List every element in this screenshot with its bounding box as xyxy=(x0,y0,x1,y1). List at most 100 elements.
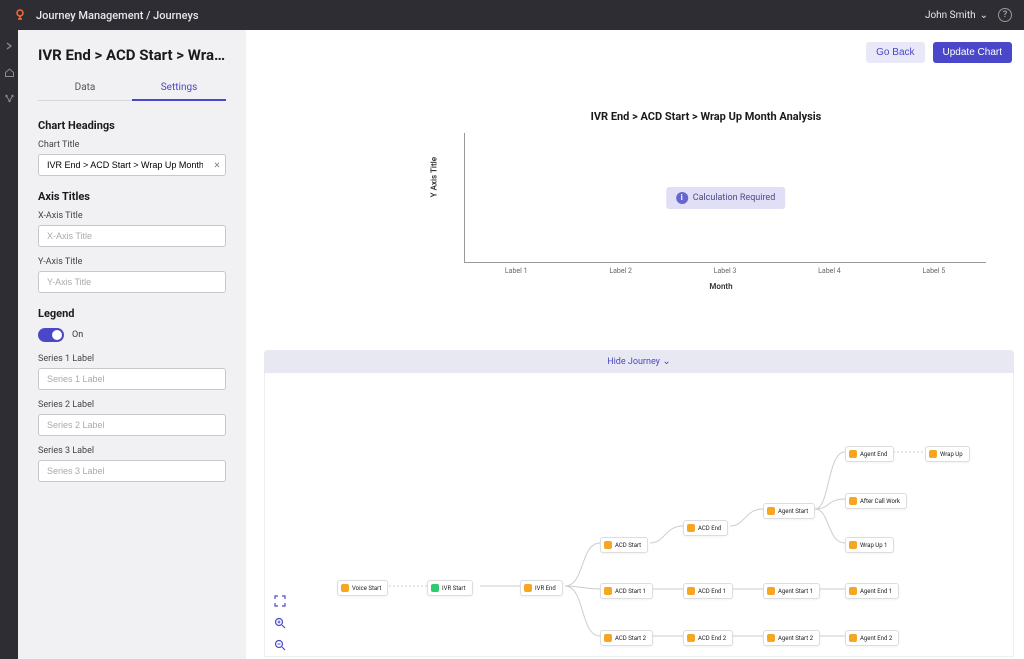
journey-canvas[interactable]: Voice Start IVR Start IVR End ACD Start … xyxy=(264,373,1014,657)
tab-settings[interactable]: Settings xyxy=(132,76,226,101)
zoom-out-icon[interactable] xyxy=(273,638,287,652)
node-dot-icon xyxy=(767,507,775,515)
node-dot-icon xyxy=(849,634,857,642)
node-agent-end1[interactable]: Agent End 1 xyxy=(845,583,899,599)
node-dot-icon xyxy=(604,541,612,549)
node-agent-start2[interactable]: Agent Start 2 xyxy=(763,630,820,646)
node-dot-icon xyxy=(849,587,857,595)
node-dot-icon xyxy=(687,634,695,642)
node-ivr-start[interactable]: IVR Start xyxy=(427,580,473,596)
canvas-controls xyxy=(273,594,287,652)
node-after-call[interactable]: After Call Work xyxy=(845,493,907,509)
go-back-button[interactable]: Go Back xyxy=(866,42,924,63)
section-axis-titles: Axis Titles xyxy=(38,190,226,203)
top-header: Journey Management / Journeys John Smith… xyxy=(0,0,1024,30)
node-label: After Call Work xyxy=(860,498,900,505)
node-dot-icon xyxy=(849,541,857,549)
x-axis-input[interactable] xyxy=(38,225,226,247)
node-label: Agent Start xyxy=(778,508,808,515)
node-label: ACD Start 2 xyxy=(615,635,646,642)
series2-label: Series 2 Label xyxy=(38,400,226,410)
nav-toggle-icon[interactable] xyxy=(3,40,15,52)
node-label: Agent End xyxy=(860,451,887,458)
node-dot-icon xyxy=(687,524,695,532)
update-chart-button[interactable]: Update Chart xyxy=(933,42,1012,63)
node-agent-start1[interactable]: Agent Start 1 xyxy=(763,583,820,599)
clear-icon[interactable]: × xyxy=(214,160,220,171)
calculation-required-badge: Calculation Required xyxy=(666,187,786,209)
series3-input[interactable] xyxy=(38,460,226,482)
x-axis-title: Month xyxy=(456,282,986,291)
node-dot-icon xyxy=(767,587,775,595)
chart-title-wrapper: × xyxy=(38,154,226,176)
chart-area: IVR End > ACD Start > Wrap Up Month Anal… xyxy=(426,110,986,293)
node-acd-end1[interactable]: ACD End 1 xyxy=(683,583,733,599)
series3-wrapper xyxy=(38,460,226,482)
node-label: IVR End xyxy=(535,585,556,592)
chevron-down-icon: ⌄ xyxy=(980,10,988,21)
x-label-3: Label 3 xyxy=(673,267,777,275)
legend-toggle-label: On xyxy=(72,330,83,340)
node-agent-end2[interactable]: Agent End 2 xyxy=(845,630,899,646)
node-label: ACD Start xyxy=(615,542,641,549)
nav-journey-icon[interactable] xyxy=(3,92,15,104)
help-icon[interactable]: ? xyxy=(998,8,1012,22)
node-label: ACD End 2 xyxy=(698,635,726,642)
x-axis-label: X-Axis Title xyxy=(38,211,226,221)
y-axis-label: Y-Axis Title xyxy=(38,257,226,267)
tab-data[interactable]: Data xyxy=(38,76,132,100)
node-dot-icon xyxy=(767,634,775,642)
main-area: IVR End > ACD Start > Wrap U... Data Set… xyxy=(18,30,1024,659)
chart-title-label: Chart Title xyxy=(38,140,226,150)
journey-panel: Hide Journey xyxy=(264,350,1014,659)
x-label-1: Label 1 xyxy=(464,267,568,275)
node-acd-start[interactable]: ACD Start xyxy=(600,537,648,553)
node-dot-icon xyxy=(849,497,857,505)
nav-home-icon[interactable] xyxy=(3,66,15,78)
node-label: Agent End 2 xyxy=(860,635,892,642)
y-axis-wrapper xyxy=(38,271,226,293)
node-ivr-end[interactable]: IVR End xyxy=(520,580,563,596)
user-menu[interactable]: John Smith ⌄ xyxy=(925,10,988,21)
node-label: Wrap Up 1 xyxy=(860,542,887,549)
page-title: IVR End > ACD Start > Wrap U... xyxy=(38,46,226,64)
series2-input[interactable] xyxy=(38,414,226,436)
node-dot-icon xyxy=(604,587,612,595)
chart-frame: Calculation Required xyxy=(464,133,986,263)
node-dot-icon xyxy=(341,584,349,592)
node-voice-start[interactable]: Voice Start xyxy=(337,580,388,596)
legend-toggle[interactable] xyxy=(38,328,64,342)
header-left: Journey Management / Journeys xyxy=(12,7,199,23)
breadcrumb[interactable]: Journey Management / Journeys xyxy=(36,9,199,22)
node-wrap-up[interactable]: Wrap Up xyxy=(925,446,970,462)
fit-screen-icon[interactable] xyxy=(273,594,287,608)
node-dot-icon xyxy=(431,584,439,592)
node-label: Agent Start 2 xyxy=(778,635,813,642)
y-axis-input[interactable] xyxy=(38,271,226,293)
journey-edges xyxy=(265,373,1013,656)
calc-text: Calculation Required xyxy=(693,193,776,203)
node-acd-end[interactable]: ACD End xyxy=(683,520,728,536)
node-acd-start2[interactable]: ACD Start 2 xyxy=(600,630,653,646)
nav-rail xyxy=(0,30,18,659)
x-label-4: Label 4 xyxy=(777,267,881,275)
legend-toggle-row: On xyxy=(38,328,226,342)
node-acd-end2[interactable]: ACD End 2 xyxy=(683,630,733,646)
node-label: ACD End 1 xyxy=(698,588,726,595)
series1-input[interactable] xyxy=(38,368,226,390)
app-logo[interactable] xyxy=(12,7,28,23)
node-agent-end[interactable]: Agent End xyxy=(845,446,894,462)
node-acd-start1[interactable]: ACD Start 1 xyxy=(600,583,653,599)
node-dot-icon xyxy=(604,634,612,642)
node-wrap-up1[interactable]: Wrap Up 1 xyxy=(845,537,894,553)
content-area: Go Back Update Chart IVR End > ACD Start… xyxy=(246,30,1024,659)
chart-box: Y Axis Title Calculation Required Label … xyxy=(456,133,986,293)
x-label-2: Label 2 xyxy=(568,267,672,275)
zoom-in-icon[interactable] xyxy=(273,616,287,630)
chart-title-input[interactable] xyxy=(38,154,226,176)
tab-row: Data Settings xyxy=(38,76,226,101)
node-label: IVR Start xyxy=(442,585,466,592)
series1-label: Series 1 Label xyxy=(38,354,226,364)
node-agent-start[interactable]: Agent Start xyxy=(763,503,815,519)
hide-journey-button[interactable]: Hide Journey xyxy=(264,350,1014,373)
